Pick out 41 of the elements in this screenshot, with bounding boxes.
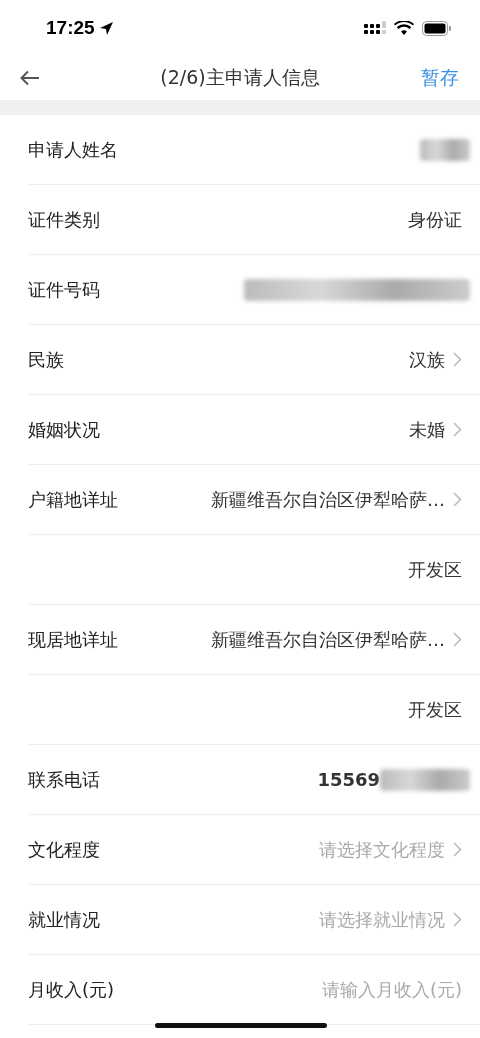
chevron-icon [453,912,462,927]
form-row[interactable]: 户籍地详址 新疆维吾尔自治区伊犁哈萨… [28,465,480,535]
field-value: 新疆维吾尔自治区伊犁哈萨… [211,627,445,652]
field-label: 证件类别 [28,207,100,232]
form-row[interactable]: 就业情况 请选择就业情况 [28,885,480,955]
field-label: 户籍地详址 [28,487,118,512]
field-label: 联系电话 [28,767,100,792]
field-label: 就业情况 [28,907,100,932]
field-value: 15569 [317,769,380,790]
form-row[interactable]: 文化程度 请选择文化程度 [28,815,480,885]
field-value: 开发区 [408,557,462,582]
redacted-value [420,138,470,161]
save-draft-button[interactable]: 暂存 [420,65,460,91]
form-row[interactable]: 婚姻状况 未婚 [28,395,480,465]
field-label: 月收入(元) [28,977,115,1002]
location-arrow-icon [98,20,114,36]
page-title: (2/6)主申请人信息 [160,65,320,90]
field-value: 未婚 [409,417,445,442]
field-value: 开发区 [408,697,462,722]
field-placeholder: 请选择文化程度 [319,837,445,862]
field-value: 身份证 [408,207,462,232]
form-row[interactable]: 现居地详址 新疆维吾尔自治区伊犁哈萨… [28,605,480,675]
chevron-icon [453,352,462,367]
field-value: 汉族 [409,347,445,372]
form-row[interactable]: 民族 汉族 [28,325,480,395]
chevron-icon [453,632,462,647]
field-label: 民族 [28,347,64,372]
wifi-icon [394,20,414,36]
chevron-icon [453,492,462,507]
field-label: 文化程度 [28,837,100,862]
chevron-icon [453,842,462,857]
field-label: 证件号码 [28,277,100,302]
signal-icon [364,21,386,35]
status-time: 17:25 [46,17,95,39]
chevron-icon [453,422,462,437]
battery-icon [422,20,452,36]
field-label: 婚姻状况 [28,417,100,442]
field-value: 新疆维吾尔自治区伊犁哈萨… [211,487,445,512]
field-placeholder: 请选择就业情况 [319,907,445,932]
field-label: 申请人姓名 [28,137,118,162]
field-label: 现居地详址 [28,627,118,652]
